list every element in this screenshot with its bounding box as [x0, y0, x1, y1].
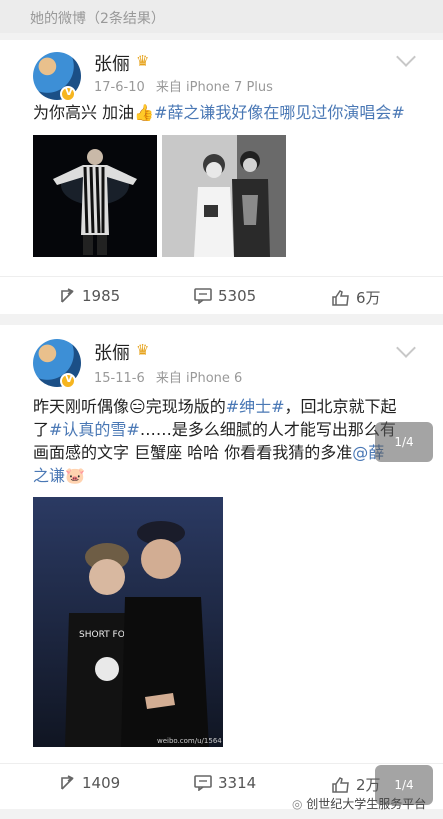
chevron-down-icon[interactable]	[396, 47, 416, 67]
repost-count: 1985	[82, 287, 121, 305]
search-results-header: 她的微博（2条结果）	[0, 0, 443, 33]
post-photo-stage[interactable]	[33, 135, 157, 257]
weibo-post-card: 张俪 ♛ 17-6-10 来自 iPhone 7 Plus 为你高兴 加油👍#薛…	[0, 40, 443, 314]
emoji-icon: 😑	[129, 397, 146, 416]
comment-icon	[194, 775, 212, 791]
topic-tag[interactable]: #薛之谦我好像在哪见过你演唱会#	[154, 103, 405, 122]
thumbs-up-emoji-icon: 👍	[134, 103, 155, 122]
repost-icon	[61, 775, 74, 790]
crown-icon: ♛	[136, 341, 150, 359]
post-text-segment: 画面感的文字 巨蟹座 哈哈 你看看我猜的多准	[33, 443, 353, 462]
comment-icon	[194, 288, 212, 304]
comment-count: 5305	[218, 287, 257, 305]
platform-watermark: ◎ 创世纪大学生服务平台	[292, 795, 426, 812]
weibo-post-card: 张俪 ♛ 15-11-6 来自 iPhone 6 昨天刚听偶像😑完现场版的#绅士…	[0, 325, 443, 809]
results-title: 她的微博（2条结果）	[30, 11, 165, 27]
repost-button[interactable]: 1985	[60, 287, 120, 305]
wechat-icon: ◎	[292, 797, 307, 811]
comment-button[interactable]: 5305	[194, 287, 256, 305]
post-date: 15-11-6	[94, 371, 145, 386]
topic-tag[interactable]: #绅士#	[226, 397, 285, 416]
post-meta: 17-6-10 来自 iPhone 7 Plus	[94, 76, 280, 95]
repost-icon	[61, 288, 74, 303]
pig-emoji-icon: 🐷	[65, 466, 85, 485]
post-text-segment: ，回北京就下起	[284, 397, 397, 416]
post-photo-pair[interactable]	[162, 135, 286, 257]
user-mention[interactable]: 之谦	[33, 466, 65, 485]
image-pager[interactable]: 1/4	[375, 422, 433, 462]
user-name[interactable]: 张俪	[94, 339, 130, 365]
topic-tag[interactable]: #认真的雪#	[49, 420, 140, 439]
post-actions: 1985 5305 6万	[0, 276, 443, 314]
thumbs-up-icon	[332, 289, 349, 306]
post-source: 来自 iPhone 7 Plus	[155, 80, 273, 95]
comment-button[interactable]: 3314	[194, 774, 256, 792]
like-count: 6万	[356, 289, 381, 307]
post-photo-selfie[interactable]: SHORT FOOT weibo.com/u/1564	[33, 497, 223, 747]
comment-count: 3314	[218, 774, 257, 792]
like-button[interactable]: 6万	[332, 287, 381, 308]
user-name[interactable]: 张俪	[94, 50, 130, 76]
post-text-segment: ……是多么细腻的人才能写出那么有	[139, 420, 396, 439]
watermark-text: 创世纪大学生服务平台	[306, 797, 427, 811]
post-text-segment: 了	[33, 420, 50, 439]
photo-watermark-text: weibo.com/u/1564	[157, 737, 222, 745]
verified-badge-icon	[60, 373, 76, 389]
post-text-segment: 昨天刚听偶像	[33, 397, 130, 416]
post-meta: 15-11-6 来自 iPhone 6	[94, 367, 249, 386]
post-date: 17-6-10	[94, 80, 145, 95]
post-source: 来自 iPhone 6	[155, 371, 243, 386]
repost-button[interactable]: 1409	[60, 774, 120, 792]
verified-badge-icon	[60, 86, 76, 102]
like-button[interactable]: 2万	[332, 774, 381, 795]
post-text-segment: 完现场版的	[145, 397, 226, 416]
repost-count: 1409	[82, 774, 121, 792]
chevron-down-icon[interactable]	[396, 338, 416, 358]
post-text: 昨天刚听偶像😑完现场版的#绅士#，回北京就下起 了#认真的雪#……是多么细腻的人…	[33, 395, 418, 487]
thumbs-up-icon	[332, 776, 349, 793]
post-text-plain: 为你高兴 加油	[33, 103, 135, 122]
post-text: 为你高兴 加油👍#薛之谦我好像在哪见过你演唱会#	[33, 102, 418, 124]
crown-icon: ♛	[136, 52, 150, 70]
